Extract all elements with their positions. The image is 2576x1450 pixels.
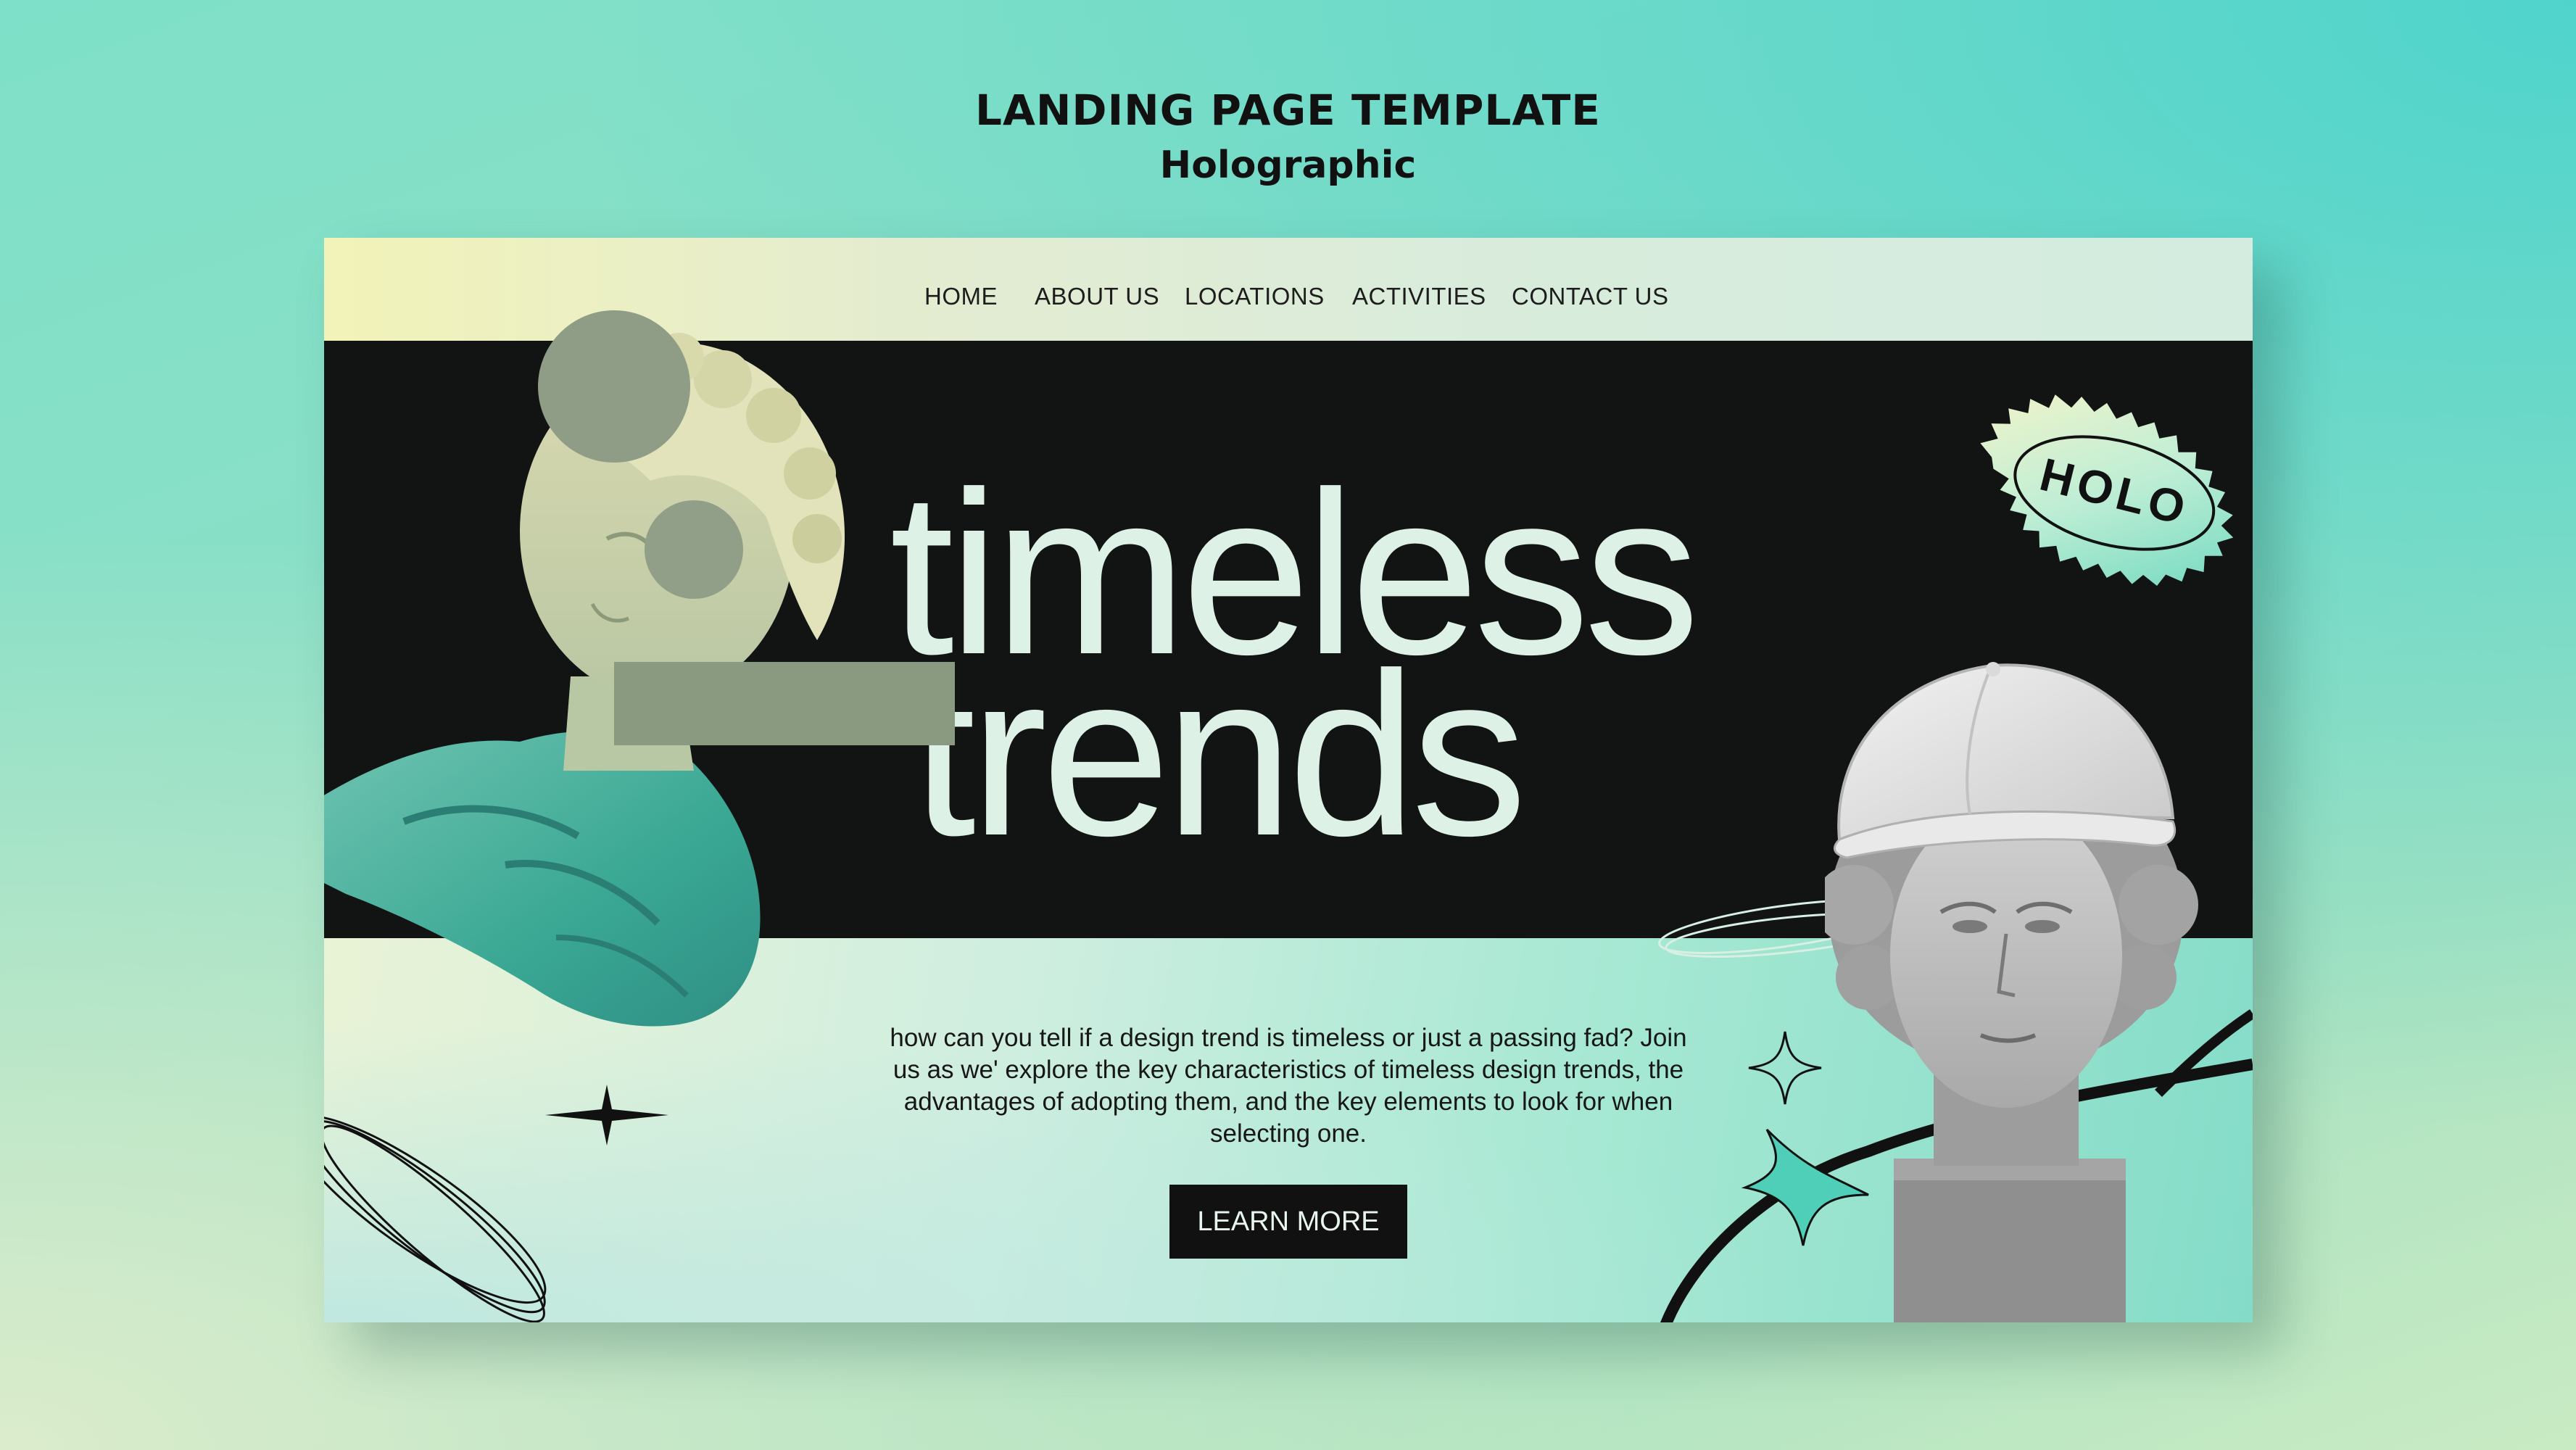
nav-item-contact-us[interactable]: CONTACT US: [1512, 283, 1668, 310]
ellipse-rings-decoration: [324, 1114, 547, 1322]
template-subtitle: Holographic: [1159, 144, 1417, 187]
greek-statue-with-cap-right: [1825, 662, 2198, 1322]
sparkle-icon-left: [545, 1085, 668, 1146]
nav-item-locations[interactable]: LOCATIONS: [1185, 283, 1325, 310]
template-title: LANDING PAGE TEMPLATE: [975, 86, 1601, 135]
sparkle-outline-icon-small: [1748, 1031, 1822, 1105]
holo-badge: HOLO: [1980, 394, 2234, 586]
landing-page-card: HOME ABOUT US LOCATIONS ACTIVITIES CONTA…: [324, 238, 2253, 1322]
hero-title-line2: trends: [911, 624, 1527, 884]
nav-item-activities[interactable]: ACTIVITIES: [1352, 283, 1486, 310]
greek-statue-bust-left: [324, 310, 955, 1027]
nav-item-about-us[interactable]: ABOUT US: [1035, 283, 1159, 310]
hero-description: how can you tell if a design trend is ti…: [890, 1024, 1687, 1148]
learn-more-button[interactable]: LEARN MORE: [1169, 1185, 1407, 1259]
